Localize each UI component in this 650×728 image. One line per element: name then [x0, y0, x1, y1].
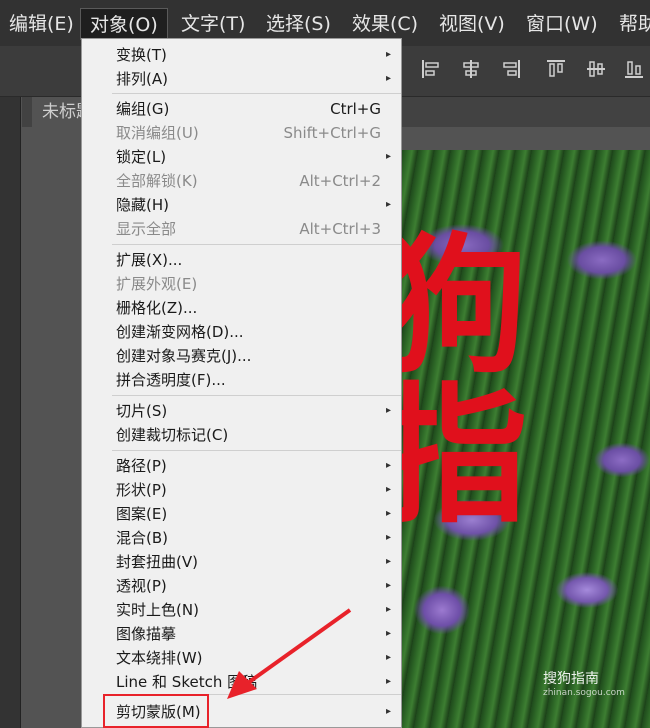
menu-item-label: 栅格化(Z)...	[116, 299, 198, 317]
submenu-arrow-icon: ▸	[385, 484, 391, 495]
object-menu-item[interactable]: 创建渐变网格(D)...	[82, 320, 401, 344]
object-menu-item[interactable]: 路径(P) ▸	[82, 454, 401, 478]
submenu-arrow-icon: ▸	[385, 706, 391, 717]
menu-item-label: 实时上色(N)	[116, 601, 199, 619]
align-vertical-center-icon[interactable]	[585, 58, 607, 80]
align-horizontal-center-icon[interactable]	[460, 58, 482, 80]
menu-item-label: 创建渐变网格(D)...	[116, 323, 244, 341]
submenu-arrow-icon: ▸	[385, 604, 391, 615]
highlight-box	[103, 694, 209, 728]
align-left-icon[interactable]	[420, 58, 442, 80]
submenu-arrow-icon: ▸	[385, 49, 391, 60]
menu-separator	[112, 395, 401, 396]
menu-item-label: 排列(A)	[116, 70, 168, 88]
menu-item-label: 形状(P)	[116, 481, 167, 499]
menu-item-label: 拼合透明度(F)...	[116, 371, 226, 389]
watermark: 搜狗指南 zhinan.sogou.com	[543, 668, 625, 698]
menu-window[interactable]: 窗口(W)	[517, 8, 607, 40]
watermark-url: zhinan.sogou.com	[543, 688, 625, 698]
submenu-arrow-icon: ▸	[385, 532, 391, 543]
object-menu-item[interactable]: 锁定(L) ▸	[82, 145, 401, 169]
object-menu-item: 全部解锁(K) Alt+Ctrl+2	[82, 169, 401, 193]
artwork-red-text[interactable]: 狗指	[378, 232, 650, 532]
menu-item-label: 文本绕排(W)	[116, 649, 203, 667]
submenu-arrow-icon: ▸	[385, 405, 391, 416]
menu-help[interactable]: 帮助	[610, 8, 650, 40]
annotation-arrow	[227, 608, 352, 699]
align-right-icon[interactable]	[500, 58, 522, 80]
menu-edit[interactable]: 编辑(E)	[0, 8, 83, 40]
align-top-icon[interactable]	[545, 58, 567, 80]
menu-item-label: 图案(E)	[116, 505, 168, 523]
menu-separator	[112, 450, 401, 451]
menu-select[interactable]: 选择(S)	[257, 8, 340, 40]
menu-item-label: 变换(T)	[116, 46, 167, 64]
submenu-arrow-icon: ▸	[385, 73, 391, 84]
submenu-arrow-icon: ▸	[385, 580, 391, 591]
menu-item-label: 扩展(X)...	[116, 251, 183, 269]
menu-item-label: 透视(P)	[116, 577, 167, 595]
menu-item-label: 创建裁切标记(C)	[116, 426, 229, 444]
menu-item-label: 图像描摹	[116, 625, 177, 643]
object-menu-item[interactable]: 形状(P) ▸	[82, 478, 401, 502]
menu-item-label: 取消编组(U)	[116, 124, 199, 142]
object-menu-item[interactable]: 封套扭曲(V) ▸	[82, 550, 401, 574]
menu-item-shortcut: Alt+Ctrl+3	[299, 220, 381, 238]
menu-view[interactable]: 视图(V)	[430, 8, 514, 40]
object-menu-item[interactable]: 切片(S) ▸	[82, 399, 401, 423]
align-bottom-icon[interactable]	[623, 58, 645, 80]
object-menu-item[interactable]: 创建对象马赛克(J)...	[82, 344, 401, 368]
menu-item-shortcut: Shift+Ctrl+G	[283, 124, 381, 142]
object-menu-item: 显示全部 Alt+Ctrl+3	[82, 217, 401, 241]
object-menu-item[interactable]: 图案(E) ▸	[82, 502, 401, 526]
menu-item-label: 隐藏(H)	[116, 196, 169, 214]
menu-item-label: 显示全部	[116, 220, 177, 238]
menu-type[interactable]: 文字(T)	[172, 8, 254, 40]
object-menu-item[interactable]: 透视(P) ▸	[82, 574, 401, 598]
object-menu-item[interactable]: 栅格化(Z)...	[82, 296, 401, 320]
menu-item-label: 路径(P)	[116, 457, 167, 475]
menu-object[interactable]: 对象(O)	[80, 8, 168, 40]
object-menu-item: 扩展外观(E)	[82, 272, 401, 296]
menu-item-label: 切片(S)	[116, 402, 168, 420]
menu-effect[interactable]: 效果(C)	[343, 8, 427, 40]
object-menu-item[interactable]: 混合(B) ▸	[82, 526, 401, 550]
object-menu-item[interactable]: 创建裁切标记(C)	[82, 423, 401, 447]
menu-item-label: 锁定(L)	[116, 148, 167, 166]
object-menu-item: 取消编组(U) Shift+Ctrl+G	[82, 121, 401, 145]
menu-item-label: 封套扭曲(V)	[116, 553, 198, 571]
submenu-arrow-icon: ▸	[385, 676, 391, 687]
menu-separator	[112, 244, 401, 245]
menu-item-label: 创建对象马赛克(J)...	[116, 347, 252, 365]
object-menu-item[interactable]: 排列(A) ▸	[82, 67, 401, 91]
object-menu-item[interactable]: 变换(T) ▸	[82, 43, 401, 67]
submenu-arrow-icon: ▸	[385, 556, 391, 567]
watermark-title: 搜狗指南	[543, 671, 599, 687]
submenu-arrow-icon: ▸	[385, 199, 391, 210]
tools-panel	[0, 97, 21, 728]
menu-item-label: 全部解锁(K)	[116, 172, 198, 190]
submenu-arrow-icon: ▸	[385, 151, 391, 162]
object-menu-item[interactable]: 隐藏(H) ▸	[82, 193, 401, 217]
submenu-arrow-icon: ▸	[385, 628, 391, 639]
menu-item-shortcut: Alt+Ctrl+2	[299, 172, 381, 190]
submenu-arrow-icon: ▸	[385, 652, 391, 663]
menu-item-label: 混合(B)	[116, 529, 168, 547]
menu-item-label: 扩展外观(E)	[116, 275, 198, 293]
submenu-arrow-icon: ▸	[385, 508, 391, 519]
submenu-arrow-icon: ▸	[385, 460, 391, 471]
object-menu-item[interactable]: 拼合透明度(F)...	[82, 368, 401, 392]
menu-separator	[112, 93, 401, 94]
object-menu-item[interactable]: 扩展(X)...	[82, 248, 401, 272]
menu-item-shortcut: Ctrl+G	[330, 100, 381, 118]
menu-item-label: 编组(G)	[116, 100, 170, 118]
object-menu-item[interactable]: 编组(G) Ctrl+G	[82, 97, 401, 121]
